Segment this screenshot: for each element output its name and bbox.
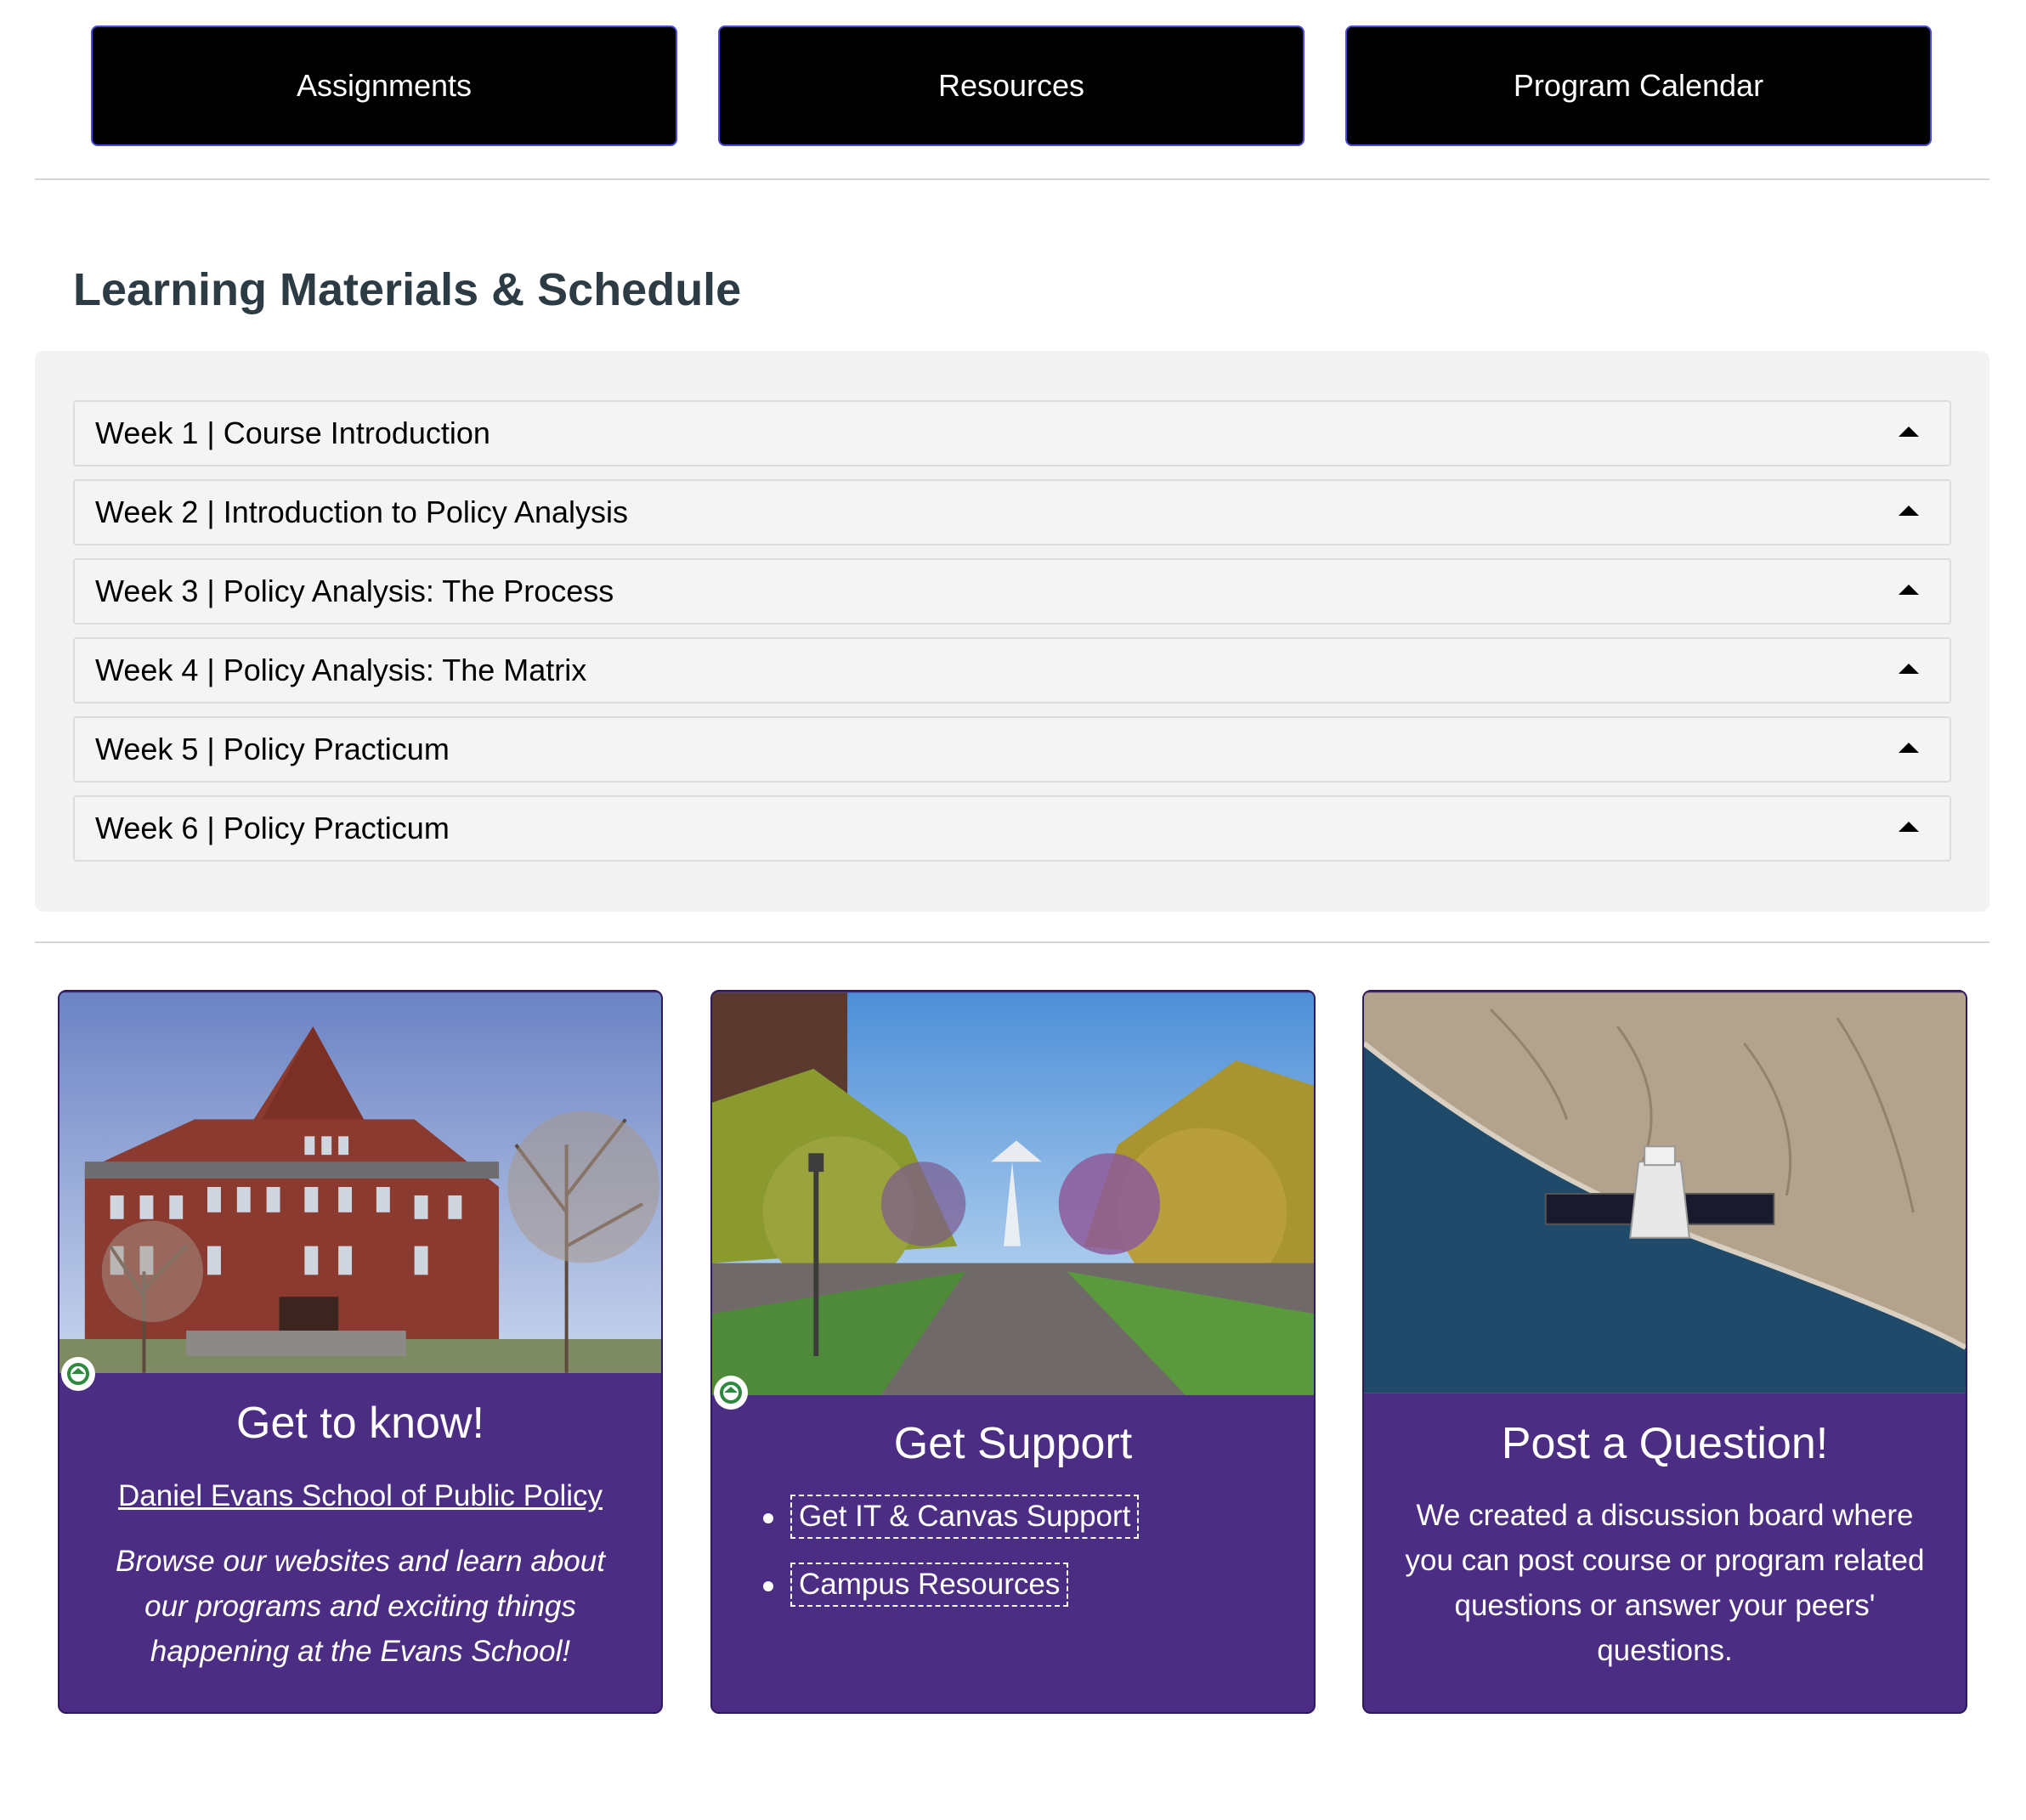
caret-up-icon [1899, 743, 1919, 753]
card-title: Get to know! [236, 1399, 484, 1448]
caret-up-icon [1899, 506, 1919, 516]
week-3-item[interactable]: Week 3 | Policy Analysis: The Process [73, 558, 1951, 625]
week-label: Week 1 | Course Introduction [95, 415, 490, 450]
caret-up-icon [1899, 822, 1919, 832]
divider [35, 178, 1989, 180]
top-nav: Assignments Resources Program Calendar [91, 25, 1932, 149]
week-accordion: Week 1 | Course Introduction Week 2 | In… [35, 351, 1989, 912]
week-6-item[interactable]: Week 6 | Policy Practicum [73, 795, 1951, 862]
week-label: Week 3 | Policy Analysis: The Process [95, 574, 614, 608]
divider [35, 941, 1989, 943]
support-list: Get IT & Canvas Support Campus Resources [712, 1483, 1314, 1619]
week-label: Week 6 | Policy Practicum [95, 811, 450, 845]
campus-fountain-image [712, 992, 1314, 1395]
get-to-know-card: Get to know! Daniel Evans School of Publ… [58, 990, 663, 1714]
week-1-item[interactable]: Week 1 | Course Introduction [73, 400, 1951, 466]
week-4-item[interactable]: Week 4 | Policy Analysis: The Matrix [73, 637, 1951, 704]
week-label: Week 2 | Introduction to Policy Analysis [95, 495, 628, 529]
card-body: Post a Question! We created a discussion… [1364, 1418, 1966, 1673]
card-description: Browse our websites and learn about our … [116, 1545, 605, 1668]
reload-icon [61, 1357, 95, 1391]
caret-up-icon [1899, 427, 1919, 437]
reload-icon [714, 1376, 748, 1410]
get-support-card: Get Support Get IT & Canvas Support Camp… [710, 990, 1316, 1714]
post-question-card: Post a Question! We created a discussion… [1362, 990, 1967, 1714]
week-label: Week 5 | Policy Practicum [95, 732, 450, 766]
list-item: Campus Resources [712, 1551, 1314, 1619]
week-2-item[interactable]: Week 2 | Introduction to Policy Analysis [73, 479, 1951, 545]
list-item: Get IT & Canvas Support [712, 1483, 1314, 1551]
caret-up-icon [1899, 664, 1919, 674]
resources-button[interactable]: Resources [718, 25, 1304, 146]
card-body: Get to know! Daniel Evans School of Publ… [59, 1398, 661, 1674]
satellite-image [1364, 992, 1966, 1393]
week-5-item[interactable]: Week 5 | Policy Practicum [73, 716, 1951, 783]
section-title: Learning Materials & Schedule [73, 264, 742, 315]
program-calendar-button[interactable]: Program Calendar [1345, 25, 1932, 146]
caret-up-icon [1899, 585, 1919, 595]
card-body: Get Support Get IT & Canvas Support Camp… [712, 1418, 1314, 1619]
it-canvas-support-link[interactable]: Get IT & Canvas Support [790, 1495, 1140, 1539]
campus-resources-link[interactable]: Campus Resources [790, 1563, 1069, 1607]
evans-school-link[interactable]: Daniel Evans School of Public Policy [118, 1479, 603, 1512]
card-title: Post a Question! [1501, 1419, 1829, 1468]
card-title: Get Support [893, 1419, 1133, 1468]
evans-hall-image [59, 992, 661, 1373]
assignments-button[interactable]: Assignments [91, 25, 677, 146]
card-description: We created a discussion board where you … [1405, 1499, 1925, 1667]
week-label: Week 4 | Policy Analysis: The Matrix [95, 653, 587, 687]
